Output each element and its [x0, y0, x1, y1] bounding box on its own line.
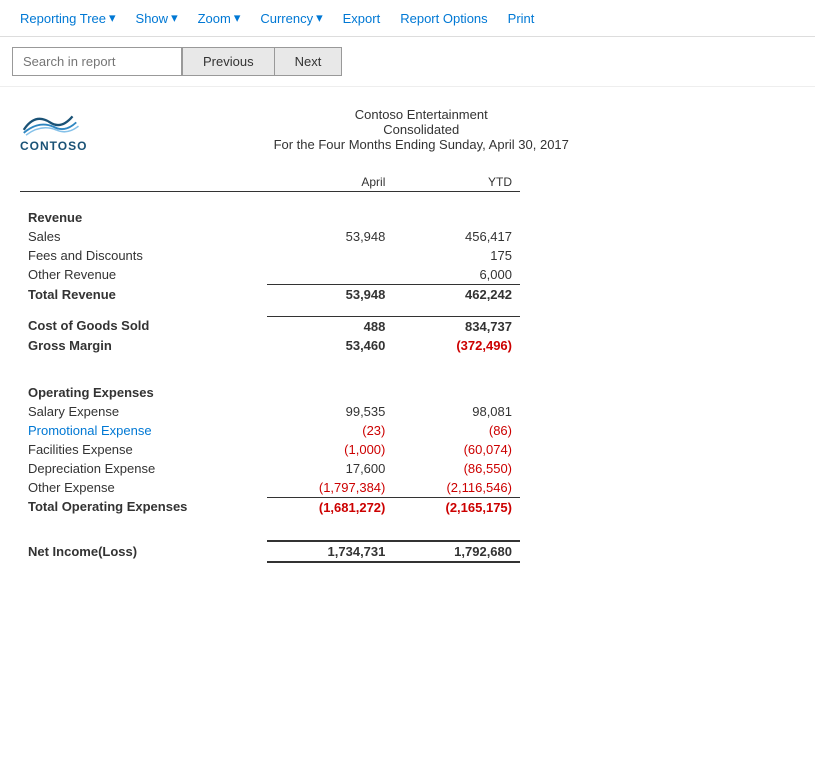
table-row: Sales 53,948 456,417 — [20, 227, 520, 246]
spacer — [20, 517, 520, 529]
ytd-col-header: YTD — [393, 173, 520, 192]
spacer — [20, 304, 520, 316]
table-row: Facilities Expense (1,000) (60,074) — [20, 440, 520, 459]
previous-button[interactable]: Previous — [182, 47, 274, 76]
report-header: CONTOSO Contoso Entertainment Consolidat… — [20, 107, 795, 153]
nav-currency[interactable]: Currency ▾ — [252, 6, 330, 30]
nav-show[interactable]: Show ▾ — [128, 6, 186, 30]
financial-table: April YTD Revenue Sales 53,948 456,417 F… — [20, 173, 520, 563]
total-opex-row: Total Operating Expenses (1,681,272) (2,… — [20, 497, 520, 517]
nav-report-options[interactable]: Report Options — [392, 7, 495, 30]
chevron-down-icon: ▾ — [316, 10, 323, 26]
table-row: Fees and Discounts 175 — [20, 246, 520, 265]
cogs-row: Cost of Goods Sold 488 834,737 — [20, 316, 520, 336]
nav-export[interactable]: Export — [335, 7, 389, 30]
table-row: Promotional Expense (23) (86) — [20, 421, 520, 440]
spacer — [20, 355, 520, 367]
gross-margin-row: Gross Margin 53,460 (372,496) — [20, 336, 520, 355]
table-row: Salary Expense 99,535 98,081 — [20, 402, 520, 421]
report-area: CONTOSO Contoso Entertainment Consolidat… — [0, 87, 815, 583]
table-row: Depreciation Expense 17,600 (86,550) — [20, 459, 520, 478]
table-row: Other Expense (1,797,384) (2,116,546) — [20, 478, 520, 498]
contoso-logo — [20, 107, 80, 137]
chevron-down-icon: ▾ — [234, 10, 241, 26]
april-col-header: April — [267, 173, 394, 192]
table-row: Other Revenue 6,000 — [20, 265, 520, 285]
logo-area: CONTOSO — [20, 107, 87, 153]
next-button[interactable]: Next — [274, 47, 343, 76]
nav-print[interactable]: Print — [500, 7, 543, 30]
report-title: Contoso Entertainment Consolidated For t… — [127, 107, 715, 152]
nav-zoom[interactable]: Zoom ▾ — [190, 6, 249, 30]
section-revenue-header: Revenue — [20, 192, 520, 228]
search-input[interactable] — [12, 47, 182, 76]
search-bar: Previous Next — [0, 37, 815, 87]
net-income-row: Net Income(Loss) 1,734,731 1,792,680 — [20, 541, 520, 562]
logo-text: CONTOSO — [20, 139, 87, 153]
nav-bar: Reporting Tree ▾ Show ▾ Zoom ▾ Currency … — [0, 0, 815, 37]
chevron-down-icon: ▾ — [171, 10, 178, 26]
spacer — [20, 529, 520, 541]
total-revenue-row: Total Revenue 53,948 462,242 — [20, 285, 520, 305]
section-opex-header: Operating Expenses — [20, 367, 520, 402]
chevron-down-icon: ▾ — [109, 10, 116, 26]
nav-reporting-tree[interactable]: Reporting Tree ▾ — [12, 6, 124, 30]
label-col-header — [20, 173, 267, 192]
